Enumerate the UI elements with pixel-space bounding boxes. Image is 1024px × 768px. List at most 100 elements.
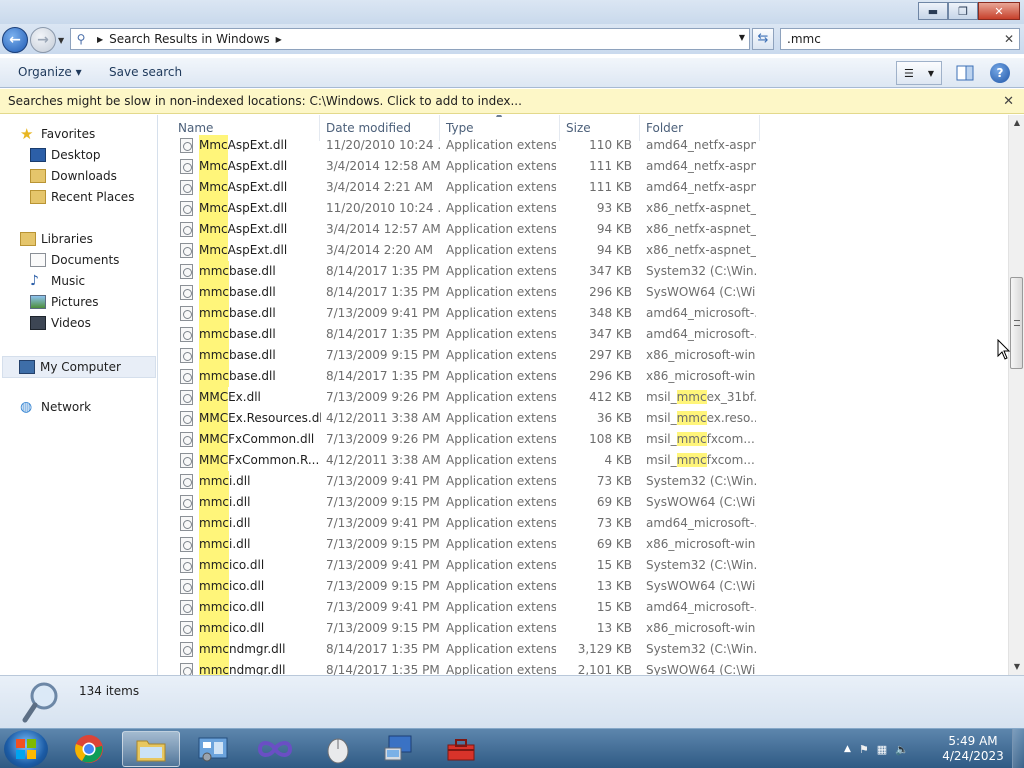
file-name-cell[interactable]: mmc i.dll [176, 471, 321, 492]
nav-music[interactable]: ♪ Music [30, 274, 85, 288]
file-row[interactable]: Mmc AspExt.dll 11/20/2010 10:24 ... Applica… [176, 198, 756, 219]
back-button[interactable]: ← [2, 27, 28, 53]
file-row[interactable]: mmc base.dll 8/14/2017 1:35 PM Application … [176, 282, 756, 303]
file-name-cell[interactable]: mmc i.dll [176, 534, 321, 555]
file-row[interactable]: Mmc AspExt.dll 3/4/2014 12:57 AM Applicatio… [176, 219, 756, 240]
taskbar-mouse-settings[interactable] [308, 731, 366, 767]
nav-libraries[interactable]: Libraries [20, 232, 93, 246]
organize-button[interactable]: Organize ▾ [18, 65, 82, 79]
network-status-icon[interactable]: ▦ [877, 743, 887, 756]
file-name-cell[interactable]: mmc ico.dll [176, 597, 321, 618]
file-row[interactable]: MMC Ex.Resources.dll 4/12/2011 3:38 AM Appl… [176, 408, 756, 429]
file-name-cell[interactable]: Mmc AspExt.dll [176, 177, 321, 198]
index-infobar[interactable]: Searches might be slow in non-indexed lo… [0, 89, 1024, 114]
file-name-cell[interactable]: mmc base.dll [176, 324, 321, 345]
file-name-cell[interactable]: mmc ndmgr.dll [176, 639, 321, 660]
taskbar-explorer[interactable] [122, 731, 180, 767]
forward-button[interactable]: → [30, 27, 56, 53]
nav-favorites[interactable]: ★ Favorites [20, 127, 95, 142]
search-input[interactable]: .mmc ✕ [780, 28, 1020, 50]
nav-recent-places[interactable]: Recent Places [30, 190, 134, 204]
file-name-cell[interactable]: mmc ndmgr.dll [176, 660, 321, 675]
refresh-button[interactable]: ⇆ [752, 28, 774, 50]
file-row[interactable]: Mmc AspExt.dll 3/4/2014 12:58 AM Applicatio… [176, 156, 756, 177]
file-row[interactable]: MMC FxCommon.R... 4/12/2011 3:38 AM Applica… [176, 450, 756, 471]
file-name-cell[interactable]: Mmc AspExt.dll [176, 198, 321, 219]
file-row[interactable]: Mmc AspExt.dll 3/4/2014 2:21 AM Application… [176, 177, 756, 198]
breadcrumb-chevron-icon[interactable]: ▶ [97, 35, 103, 44]
file-row[interactable]: Mmc AspExt.dll 11/20/2010 10:24 ... Applica… [176, 135, 756, 156]
save-search-button[interactable]: Save search [109, 65, 182, 79]
clear-search-button[interactable]: ✕ [1004, 29, 1014, 49]
file-name-cell[interactable]: MMC FxCommon.R... [176, 450, 321, 471]
file-row[interactable]: Mmc AspExt.dll 3/4/2014 2:20 AM Application… [176, 240, 756, 261]
preview-pane-button[interactable] [954, 61, 976, 85]
change-view-button[interactable]: ☰ ▼ [896, 61, 942, 85]
vertical-scrollbar[interactable]: ▲ ▼ [1008, 115, 1024, 675]
taskbar-chrome[interactable] [60, 731, 118, 767]
help-button[interactable]: ? [990, 63, 1010, 83]
start-button[interactable] [4, 730, 48, 768]
file-name-cell[interactable]: mmc i.dll [176, 513, 321, 534]
nav-desktop[interactable]: Desktop [30, 148, 101, 162]
scrollbar-thumb[interactable] [1010, 277, 1023, 369]
file-row[interactable]: mmc i.dll 7/13/2009 9:41 PM Application ext… [176, 513, 756, 534]
breadcrumb-search-results[interactable]: Search Results in Windows [109, 32, 270, 46]
file-name-cell[interactable]: Mmc AspExt.dll [176, 156, 321, 177]
nav-pictures[interactable]: Pictures [30, 295, 99, 309]
file-name-cell[interactable]: mmc ico.dll [176, 555, 321, 576]
show-hidden-icons-icon[interactable]: ▲ [844, 744, 851, 754]
infobar-close-button[interactable]: ✕ [1003, 89, 1014, 114]
file-name-cell[interactable]: Mmc AspExt.dll [176, 135, 321, 156]
nav-network[interactable]: ◍ Network [20, 400, 91, 414]
file-name-cell[interactable]: mmc base.dll [176, 366, 321, 387]
file-name-cell[interactable]: MMC Ex.Resources.dll [176, 408, 321, 429]
file-row[interactable]: mmc ico.dll 7/13/2009 9:41 PM Application e… [176, 597, 756, 618]
file-row[interactable]: mmc base.dll 8/14/2017 1:35 PM Application … [176, 261, 756, 282]
file-row[interactable]: mmc i.dll 7/13/2009 9:15 PM Application ext… [176, 534, 756, 555]
file-row[interactable]: mmc i.dll 7/13/2009 9:41 PM Application ext… [176, 471, 756, 492]
scroll-up-icon[interactable]: ▲ [1009, 115, 1024, 131]
file-row[interactable]: mmc ico.dll 7/13/2009 9:15 PM Application e… [176, 576, 756, 597]
minimize-button[interactable]: ▬ [918, 2, 948, 20]
file-name-cell[interactable]: mmc ico.dll [176, 576, 321, 597]
file-row[interactable]: mmc ico.dll 7/13/2009 9:15 PM Application e… [176, 618, 756, 639]
file-name-cell[interactable]: mmc base.dll [176, 345, 321, 366]
file-name-cell[interactable]: mmc base.dll [176, 282, 321, 303]
history-dropdown-icon[interactable]: ▼ [58, 36, 64, 45]
file-row[interactable]: MMC FxCommon.dll 7/13/2009 9:26 PM Applicat… [176, 429, 756, 450]
file-name-cell[interactable]: mmc ico.dll [176, 618, 321, 639]
file-name-cell[interactable]: mmc base.dll [176, 303, 321, 324]
file-name-cell[interactable]: MMC FxCommon.dll [176, 429, 321, 450]
file-row[interactable]: mmc base.dll 8/14/2017 1:35 PM Application … [176, 366, 756, 387]
maximize-button[interactable]: ❐ [948, 2, 978, 20]
show-desktop-button[interactable] [1012, 729, 1024, 768]
infobar-message[interactable]: Searches might be slow in non-indexed lo… [8, 94, 522, 108]
address-bar[interactable]: ⚲ ▶ Search Results in Windows ▶ ▼ [70, 28, 750, 50]
taskbar-remote-desktop[interactable] [370, 731, 428, 767]
action-center-flag-icon[interactable]: ⚑ [859, 743, 869, 756]
file-name-cell[interactable]: Mmc AspExt.dll [176, 219, 321, 240]
volume-icon[interactable]: 🔈 [895, 743, 909, 756]
taskbar-visual-studio[interactable] [246, 731, 304, 767]
file-name-cell[interactable]: mmc base.dll [176, 261, 321, 282]
file-row[interactable]: mmc base.dll 8/14/2017 1:35 PM Application … [176, 324, 756, 345]
file-name-cell[interactable]: MMC Ex.dll [176, 387, 321, 408]
file-name-cell[interactable]: Mmc AspExt.dll [176, 240, 321, 261]
nav-my-computer[interactable]: My Computer [2, 356, 156, 378]
file-name-cell[interactable]: mmc i.dll [176, 492, 321, 513]
close-button[interactable]: ✕ [978, 2, 1020, 20]
system-clock[interactable]: 5:49 AM 4/24/2023 [942, 734, 1004, 764]
address-dropdown-icon[interactable]: ▼ [739, 33, 745, 42]
file-row[interactable]: mmc base.dll 7/13/2009 9:41 PM Application … [176, 303, 756, 324]
file-row[interactable]: MMC Ex.dll 7/13/2009 9:26 PM Application ex… [176, 387, 756, 408]
nav-documents[interactable]: Documents [30, 253, 119, 267]
taskbar-control-panel[interactable] [184, 731, 242, 767]
breadcrumb-chevron-icon[interactable]: ▶ [276, 35, 282, 44]
file-row[interactable]: mmc ndmgr.dll 8/14/2017 1:35 PM Application… [176, 660, 756, 675]
file-row[interactable]: mmc i.dll 7/13/2009 9:15 PM Application ext… [176, 492, 756, 513]
file-row[interactable]: mmc base.dll 7/13/2009 9:15 PM Application … [176, 345, 756, 366]
file-row[interactable]: mmc ndmgr.dll 8/14/2017 1:35 PM Application… [176, 639, 756, 660]
file-row[interactable]: mmc ico.dll 7/13/2009 9:41 PM Application e… [176, 555, 756, 576]
scroll-down-icon[interactable]: ▼ [1009, 659, 1024, 675]
